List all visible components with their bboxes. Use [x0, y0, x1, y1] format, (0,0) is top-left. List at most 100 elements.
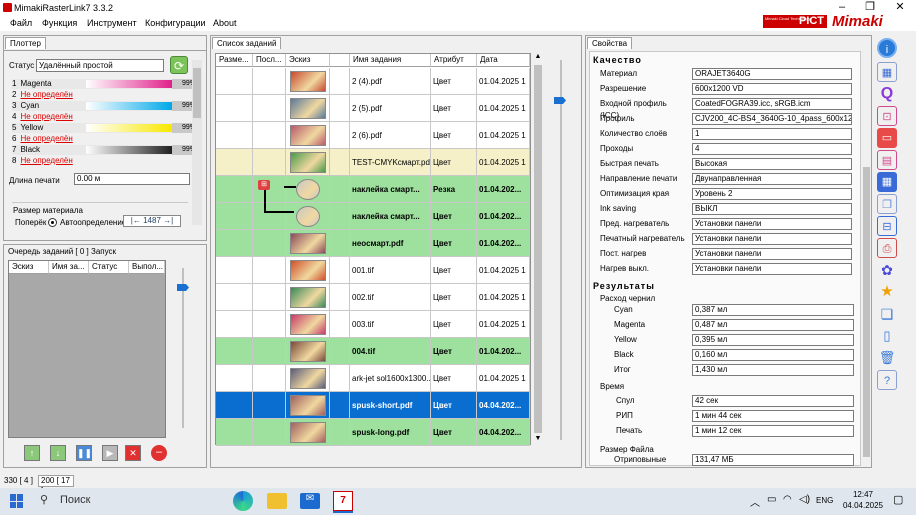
crop-icon[interactable]: ⊡ — [877, 106, 897, 126]
lang-indicator[interactable]: ENG — [816, 496, 833, 505]
col-size[interactable]: Разме... — [216, 54, 253, 67]
network-icon[interactable]: ◠ — [783, 494, 792, 505]
notification-icon[interactable]: ▢ — [893, 493, 903, 506]
menu-config[interactable]: Конфигурации — [145, 18, 206, 28]
job-attribute: Цвет — [431, 365, 477, 392]
tab-joblist[interactable]: Список заданий — [212, 37, 282, 49]
move-up-button[interactable]: ↑ — [24, 445, 40, 461]
color-wheel-icon[interactable]: ✿ — [877, 260, 897, 280]
queue-col-name[interactable]: Имя за... — [49, 261, 89, 274]
col-attribute[interactable]: Атрибут — [431, 54, 477, 67]
job-row[interactable]: неосмарт.pdf Цвет 01.04.202... — [216, 230, 530, 257]
play-button[interactable]: ▶ — [102, 445, 118, 461]
col-flag[interactable] — [330, 54, 350, 67]
taskbar-search[interactable]: Поиск — [60, 494, 90, 506]
ink-row: 2 Не определён — [12, 90, 186, 100]
help-icon[interactable]: ? — [877, 370, 897, 390]
job-thumbnail — [290, 125, 326, 146]
star-icon[interactable]: ★ — [877, 282, 897, 302]
col-last[interactable]: Посл... — [253, 54, 286, 67]
edge-icon[interactable] — [233, 491, 253, 511]
ink-name[interactable]: Не определён — [20, 90, 72, 99]
layout-icon[interactable]: ▭ — [877, 128, 897, 148]
refresh-icon[interactable]: ⟳ — [170, 56, 188, 74]
tile-icon[interactable]: ▤ — [877, 150, 897, 170]
duplicate-icon[interactable]: ❏ — [877, 304, 897, 324]
grid-icon[interactable]: ▦ — [877, 172, 897, 192]
properties-scrollbar[interactable] — [862, 52, 871, 466]
menu-file[interactable]: Файл — [10, 18, 32, 28]
col-date[interactable]: Дата — [477, 54, 530, 67]
rasterlink-taskbar-icon[interactable]: 7 — [333, 491, 353, 511]
col-job-name[interactable]: Имя задания — [350, 54, 431, 67]
clock-time[interactable]: 12:47 — [846, 490, 880, 499]
job-row[interactable]: 2 (5).pdf Цвет 01.04.2025 1 — [216, 95, 530, 122]
volume-icon[interactable]: ◁) — [799, 494, 810, 505]
job-row[interactable]: 2 (6).pdf Цвет 01.04.2025 1 — [216, 122, 530, 149]
windows-start-icon[interactable] — [10, 494, 24, 508]
job-thumbnail-cell — [286, 257, 330, 284]
joblist-scrollbar[interactable]: ▲ ▼ — [532, 53, 544, 445]
info-icon[interactable]: i — [877, 38, 897, 58]
job-row[interactable]: ark-jet sol1600x1300... Цвет 01.04.2025 1 — [216, 365, 530, 392]
printer-icon[interactable]: ⎙ — [877, 238, 897, 258]
quality-icon[interactable]: Q — [877, 84, 897, 104]
print-layout-icon[interactable]: ▦ — [877, 62, 897, 82]
job-thumbnail — [290, 395, 326, 416]
job-name: 004.tif — [350, 338, 431, 365]
job-row[interactable]: spusk-long.pdf Цвет 04.04.202... — [216, 419, 530, 446]
ink-name[interactable]: Не определён — [20, 134, 72, 143]
job-row[interactable]: TEST-CMYKсмарт.pdf Цвет 01.04.2025 1 — [216, 149, 530, 176]
menu-about[interactable]: About — [213, 18, 237, 28]
files-icon[interactable]: ▯ — [877, 326, 897, 346]
auto-radio[interactable] — [48, 218, 57, 227]
quality-value: 4 — [692, 143, 852, 155]
job-row[interactable]: 003.tif Цвет 01.04.2025 1 — [216, 311, 530, 338]
job-name: неосмарт.pdf — [350, 230, 431, 257]
zoom-slider-track — [560, 60, 562, 440]
status-bar — [0, 472, 916, 487]
queue-col-progress[interactable]: Выпол... — [129, 261, 165, 274]
queue-list[interactable] — [8, 260, 166, 438]
job-row[interactable]: 004.tif Цвет 01.04.202... — [216, 338, 530, 365]
job-row[interactable]: 001.tif Цвет 01.04.2025 1 — [216, 257, 530, 284]
battery-icon[interactable]: ▭ — [767, 494, 776, 505]
menu-function[interactable]: Функция — [42, 18, 77, 28]
move-down-button[interactable]: ↓ — [50, 445, 66, 461]
stop-icon[interactable]: – — [151, 445, 167, 461]
close-button[interactable]: ✕ — [888, 0, 912, 16]
tab-queue[interactable]: Очередь заданий [ 0 ] Запуск — [8, 247, 116, 256]
delete-job-button[interactable]: ✕ — [125, 445, 141, 461]
job-thumbnail — [290, 233, 326, 254]
plotter-scrollbar[interactable] — [192, 60, 202, 225]
quality-title: Качество — [593, 55, 642, 65]
tray-chevron-icon[interactable]: ︿ — [750, 494, 760, 509]
tab-properties[interactable]: Свойства — [587, 37, 633, 49]
job-row[interactable]: 002.tif Цвет 01.04.2025 1 — [216, 284, 530, 311]
job-row[interactable]: spusk-short.pdf Цвет 04.04.202... — [216, 392, 530, 419]
quality-value: CoatedFOGRA39.icc, sRGB.icm — [692, 98, 852, 110]
quality-value: Высокая — [692, 158, 852, 170]
job-thumbnail-cell — [286, 95, 330, 122]
clock-date[interactable]: 04.04.2025 — [840, 501, 886, 510]
menu-tool[interactable]: Инструмент — [87, 18, 137, 28]
job-cell — [216, 392, 253, 419]
time-item-value: 42 сек — [692, 395, 854, 407]
pause-button[interactable]: ❚❚ — [76, 445, 92, 461]
mail-icon[interactable]: ✉ — [300, 493, 320, 509]
col-thumb[interactable]: Эскиз — [286, 54, 330, 67]
time-item-label: Спул — [616, 396, 635, 405]
ink-usage-item-label: Magenta — [614, 320, 646, 329]
queue-col-status[interactable]: Статус — [89, 261, 129, 274]
copy-icon[interactable]: ❐ — [877, 194, 897, 214]
ink-name[interactable]: Не определён — [20, 156, 72, 165]
tab-plotter[interactable]: Плоттер — [5, 37, 46, 49]
ink-name[interactable]: Не определён — [20, 112, 72, 121]
job-row[interactable]: 2 (4).pdf Цвет 01.04.2025 1 — [216, 68, 530, 95]
trash-icon[interactable]: 🗑 — [877, 348, 897, 368]
cut-icon[interactable]: ⊟ — [877, 216, 897, 236]
queue-col-thumb[interactable]: Эскиз — [9, 261, 49, 274]
job-cell — [253, 338, 286, 365]
status-label: Статус — [9, 61, 35, 70]
explorer-icon[interactable] — [267, 493, 287, 509]
